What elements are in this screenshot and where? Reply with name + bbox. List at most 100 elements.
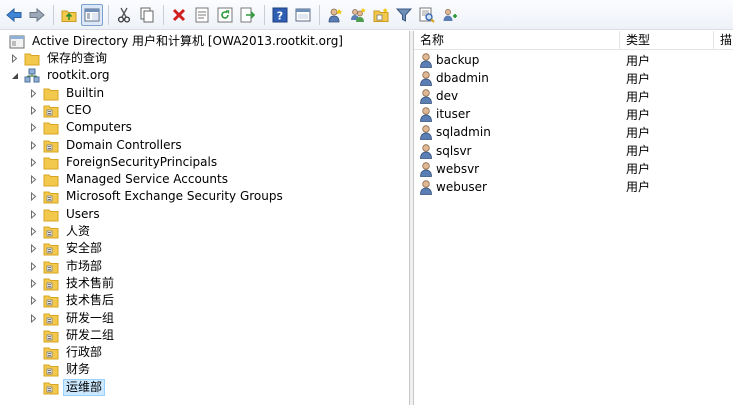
tree-item-label: rootkit.org: [47, 68, 110, 82]
expand-arrow-icon[interactable]: [29, 175, 38, 184]
expand-arrow-icon[interactable]: [29, 262, 38, 271]
column-header-type[interactable]: 类型: [620, 31, 714, 50]
properties-icon[interactable]: [191, 4, 213, 26]
tree-item[interactable]: 市场部: [29, 258, 104, 275]
delete-icon[interactable]: [168, 4, 190, 26]
tree-item[interactable]: 运维部: [29, 379, 106, 396]
up-folder-icon[interactable]: [58, 4, 80, 26]
add-to-group-icon[interactable]: [439, 4, 461, 26]
list-item-name-cell: backup: [414, 52, 619, 68]
expand-arrow-icon[interactable]: [29, 279, 38, 288]
tree-item[interactable]: Users: [29, 206, 102, 223]
folder-icon: [43, 86, 59, 102]
list-item-name: webuser: [436, 179, 487, 194]
list-item[interactable]: dbadmin 用户: [414, 69, 733, 87]
export-list-icon[interactable]: [237, 4, 259, 26]
toolbar-separator: [163, 4, 164, 25]
tree-item[interactable]: 行政部: [29, 344, 104, 361]
cut-icon[interactable]: [113, 4, 135, 26]
list-item[interactable]: dev 用户: [414, 87, 733, 105]
show-console-icon[interactable]: [292, 4, 314, 26]
toolbar-separator: [319, 4, 320, 25]
ou-folder-icon: [43, 138, 59, 154]
tree-item-label: 运维部: [62, 379, 106, 396]
list-item-type: 用户: [626, 125, 651, 140]
expand-arrow-icon[interactable]: [29, 89, 38, 98]
tree-item[interactable]: 安全部: [29, 240, 104, 257]
column-header-name[interactable]: 名称: [414, 31, 620, 50]
list-item[interactable]: webuser 用户: [414, 178, 733, 196]
tree-item[interactable]: 研发二组: [29, 327, 116, 344]
tree-item[interactable]: CEO: [29, 102, 93, 119]
expand-arrow-icon[interactable]: [29, 192, 38, 201]
list-item-name-cell: sqlsvr: [414, 143, 619, 159]
expand-arrow-icon[interactable]: [29, 158, 38, 167]
list-item[interactable]: sqladmin 用户: [414, 123, 733, 141]
tree-root[interactable]: Active Directory 用户和计算机 [OWA2013.rootkit…: [0, 33, 345, 50]
forward-icon[interactable]: [26, 4, 48, 26]
list-item-type: 用户: [626, 144, 651, 158]
expand-arrow-icon[interactable]: [29, 227, 38, 236]
tree-item[interactable]: Computers: [29, 119, 134, 136]
column-header-description[interactable]: 描: [714, 31, 733, 50]
ou-folder-icon: [43, 241, 59, 257]
new-group-icon[interactable]: [347, 4, 369, 26]
expand-arrow-icon[interactable]: [29, 244, 38, 253]
tree-item[interactable]: 人资: [29, 223, 92, 240]
list-item-name-cell: webuser: [414, 179, 619, 195]
filter-icon[interactable]: [393, 4, 415, 26]
list-item-name-cell: ituser: [414, 106, 619, 123]
details-pane: 名称 类型 描 backup 用户 dbadmin 用户 dev 用户 ituser 用户 sq…: [413, 31, 733, 405]
tree-item-label: 技术售前: [66, 276, 115, 290]
collapse-arrow-icon[interactable]: [10, 71, 19, 80]
ou-folder-icon: [43, 224, 59, 240]
tree-item[interactable]: 保存的查询: [10, 50, 109, 67]
copy-icon[interactable]: [136, 4, 158, 26]
find-icon[interactable]: [416, 4, 438, 26]
tree-item[interactable]: Builtin: [29, 85, 106, 102]
list-item-type: 用户: [626, 180, 651, 195]
tree-item-label: 人资: [66, 224, 91, 238]
ou-folder-icon: [43, 293, 59, 309]
new-user-icon[interactable]: [324, 4, 346, 26]
ou-folder-icon: [43, 259, 59, 275]
help-icon[interactable]: ?: [269, 4, 291, 26]
expand-arrow-icon[interactable]: [29, 210, 38, 219]
expand-arrow-icon[interactable]: [29, 296, 38, 305]
tree-item[interactable]: 财务: [29, 361, 92, 378]
list-item-name-cell: dbadmin: [414, 70, 619, 86]
list-item-name: dev: [436, 89, 459, 104]
list-item[interactable]: ituser 用户: [414, 105, 733, 123]
tree-item[interactable]: Domain Controllers: [29, 137, 184, 154]
ou-folder-icon: [43, 328, 59, 344]
tree-item[interactable]: 研发一组: [29, 310, 116, 327]
list-item[interactable]: backup 用户: [414, 51, 733, 69]
expand-arrow-icon[interactable]: [10, 54, 19, 63]
list-item[interactable]: websvr 用户: [414, 160, 733, 178]
list-item-name: sqladmin: [436, 125, 491, 140]
show-tree-icon[interactable]: [81, 3, 103, 26]
tree-item-label: 市场部: [66, 259, 103, 273]
tree-item[interactable]: Managed Service Accounts: [29, 171, 230, 188]
user-icon: [418, 161, 434, 177]
tree-item-label: Builtin: [66, 86, 105, 100]
tree-item[interactable]: 技术售前: [29, 275, 116, 292]
new-ou-icon[interactable]: [370, 4, 392, 26]
tree-item[interactable]: ForeignSecurityPrincipals: [29, 154, 219, 171]
tree-item[interactable]: rootkit.org: [10, 67, 112, 84]
expand-arrow-icon[interactable]: [29, 106, 38, 115]
ou-folder-icon: [43, 380, 59, 396]
refresh-icon[interactable]: [214, 4, 236, 26]
tree-item[interactable]: Microsoft Exchange Security Groups: [29, 188, 285, 205]
list-item[interactable]: sqlsvr 用户: [414, 142, 733, 160]
tree-item[interactable]: 技术售后: [29, 292, 116, 309]
list-item-type: 用户: [626, 162, 651, 177]
expand-arrow-icon[interactable]: [29, 314, 38, 323]
toolbar-separator: [264, 4, 265, 25]
expand-arrow-icon[interactable]: [29, 141, 38, 150]
list-item-name: websvr: [436, 161, 480, 176]
back-icon[interactable]: [3, 4, 25, 26]
expand-arrow-icon[interactable]: [29, 123, 38, 132]
